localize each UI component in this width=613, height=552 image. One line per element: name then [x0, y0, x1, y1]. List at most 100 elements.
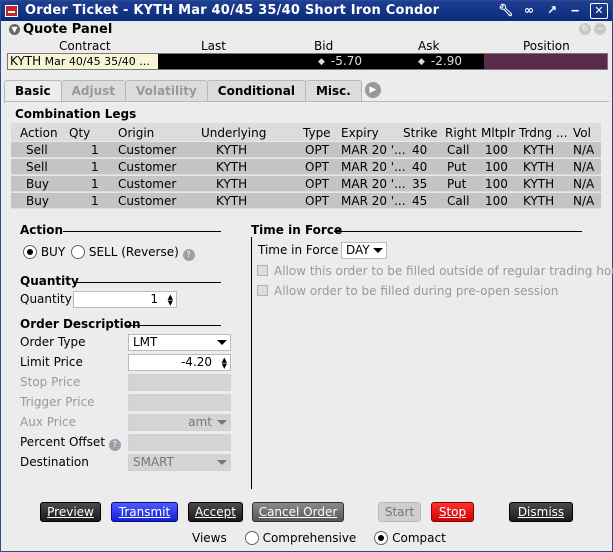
tab-basic[interactable]: Basic: [4, 80, 62, 103]
leg-type: OPT: [305, 194, 330, 208]
preview-button[interactable]: Preview: [40, 502, 101, 522]
quote-row[interactable]: KYTH Mar 40/45 35/40 ... ◆ -5.70 ◆ -2.90: [7, 53, 608, 70]
accept-button[interactable]: Accept: [188, 502, 243, 522]
leg-type: OPT: [305, 143, 330, 157]
order-description-title: Order Description: [20, 317, 141, 331]
wrench-icon[interactable]: 🔧︎: [498, 3, 514, 18]
leg-qty: 1: [91, 177, 99, 191]
compact-radio[interactable]: [374, 531, 389, 545]
table-row[interactable]: Sell 1 Customer KYTH OPT MAR 20 '... 40 …: [11, 141, 601, 157]
comprehensive-label[interactable]: Comprehensive: [263, 531, 357, 545]
outside-rth-checkbox[interactable]: [257, 265, 268, 276]
quantity-stepper[interactable]: 1 ▲ ▼: [73, 291, 177, 308]
hdr-origin[interactable]: Origin: [118, 126, 154, 140]
tab-misc[interactable]: Misc.: [304, 80, 362, 102]
help-icon[interactable]: ?: [108, 439, 121, 451]
transmit-button[interactable]: Transmit: [111, 502, 178, 522]
leg-qty: 1: [91, 143, 99, 157]
trigger-price-label: Trigger Price: [20, 395, 95, 409]
limit-price-stepper[interactable]: -4.20 ▲ ▼: [128, 354, 231, 371]
tif-select[interactable]: DAY: [341, 242, 387, 259]
col-position: Position: [523, 39, 570, 53]
hdr-expiry[interactable]: Expiry: [341, 126, 379, 140]
stop-button[interactable]: Stop: [431, 502, 474, 522]
compact-label[interactable]: Compact: [392, 531, 446, 545]
quote-panel-header[interactable]: ▼ Quote Panel: [9, 22, 112, 37]
pre-open-option[interactable]: Allow order to be filled during pre-open…: [257, 284, 558, 298]
spinner-icon[interactable]: ▲ ▼: [222, 357, 227, 370]
quantity-label: Quantity: [20, 292, 72, 306]
leg-underlying: KYTH: [216, 160, 248, 174]
action-buy[interactable]: BUY: [23, 245, 65, 259]
leg-trading-class: KYTH: [523, 160, 555, 174]
order-type-select[interactable]: LMT: [128, 334, 231, 351]
tif-value: DAY: [346, 243, 370, 257]
sell-radio[interactable]: [71, 245, 85, 259]
tab-scroll-right-icon[interactable]: ▶: [364, 82, 381, 98]
leg-expiry: MAR 20 '...: [341, 160, 406, 174]
tab-adjust[interactable]: Adjust: [60, 80, 127, 102]
spinner-icon[interactable]: ▲ ▼: [168, 294, 173, 307]
leg-underlying: KYTH: [216, 194, 248, 208]
tab-volatility[interactable]: Volatility: [125, 80, 208, 102]
quote-panel-title: Quote Panel: [23, 22, 113, 37]
pin-icon[interactable]: ↗: [544, 3, 560, 18]
hdr-type[interactable]: Type: [303, 126, 331, 140]
title-bar[interactable]: Order Ticket - KYTH Mar 40/45 35/40 Shor…: [1, 1, 612, 21]
limit-price-value: -4.20: [180, 355, 212, 369]
tab-conditional[interactable]: Conditional: [206, 80, 306, 102]
comprehensive-radio[interactable]: [244, 531, 259, 545]
buy-radio[interactable]: [23, 245, 37, 259]
refresh-icon[interactable]: ↻: [579, 23, 591, 35]
contract-cell[interactable]: KYTH Mar 40/45 35/40 ...: [8, 54, 158, 69]
divider: [63, 231, 221, 232]
chevron-down-icon: [217, 460, 227, 465]
hdr-trading-class[interactable]: Trdng ...: [519, 126, 567, 140]
hdr-action[interactable]: Action: [20, 126, 58, 140]
outside-rth-option[interactable]: Allow this order to be filled outside of…: [257, 264, 613, 278]
bid-cell[interactable]: ◆ -5.70: [318, 54, 388, 69]
leg-trading-class: KYTH: [523, 194, 555, 208]
minimize-icon[interactable]: ‒: [567, 3, 583, 18]
link-icon[interactable]: ∞: [521, 3, 537, 18]
hdr-underlying[interactable]: Underlying: [201, 126, 266, 140]
help-icon[interactable]: ?: [182, 249, 195, 261]
percent-offset-label: Percent Offset ?: [20, 435, 121, 451]
chevron-down-icon: [373, 248, 383, 253]
leg-vol: N/A: [573, 143, 595, 157]
collapse-icon[interactable]: ▼: [9, 24, 20, 35]
contract-symbol: KYTH: [10, 54, 42, 68]
percent-offset-text: Percent Offset: [20, 435, 106, 449]
quantity-value: 1: [150, 292, 158, 306]
table-row[interactable]: Buy 1 Customer KYTH OPT MAR 20 '... 35 P…: [11, 175, 601, 191]
dismiss-button[interactable]: Dismiss: [509, 502, 573, 522]
leg-action: Sell: [26, 143, 48, 157]
divider: [126, 325, 221, 326]
action-sell[interactable]: SELL (Reverse) ?: [71, 245, 195, 261]
table-row[interactable]: Sell 1 Customer KYTH OPT MAR 20 '... 40 …: [11, 158, 601, 174]
leg-origin: Customer: [118, 194, 177, 208]
table-row[interactable]: Buy 1 Customer KYTH OPT MAR 20 '... 45 C…: [11, 192, 601, 208]
hdr-qty[interactable]: Qty: [69, 126, 90, 140]
ask-cell[interactable]: ◆ -2.90: [418, 54, 488, 69]
minus-icon[interactable]: −: [594, 23, 606, 35]
hdr-strike[interactable]: Strike: [403, 126, 438, 140]
close-icon[interactable]: ✕: [590, 3, 608, 19]
leg-multiplier: 100: [485, 160, 508, 174]
cancel-order-button[interactable]: Cancel Order: [252, 502, 344, 522]
ask-value: -2.90: [430, 54, 462, 68]
leg-action: Sell: [26, 160, 48, 174]
hdr-multiplier[interactable]: Mltplr: [481, 126, 515, 140]
leg-multiplier: 100: [485, 194, 508, 208]
hdr-right[interactable]: Right: [445, 126, 477, 140]
quote-header: Contract Last Bid Ask Position: [7, 39, 608, 53]
hdr-vol[interactable]: Vol: [573, 126, 591, 140]
leg-trading-class: KYTH: [523, 177, 555, 191]
buy-label: BUY: [40, 245, 66, 259]
leg-origin: Customer: [118, 143, 177, 157]
chevron-down-icon: [217, 340, 227, 345]
action-title: Action: [20, 223, 64, 237]
leg-strike: 40: [412, 143, 428, 157]
leg-right: Call: [447, 194, 470, 208]
pre-open-checkbox[interactable]: [257, 285, 268, 296]
